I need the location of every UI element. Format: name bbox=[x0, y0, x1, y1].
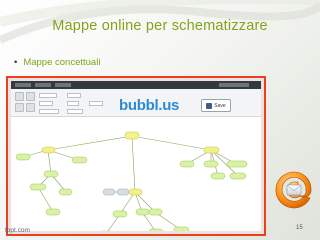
save-button-label: Save bbox=[214, 102, 226, 109]
node[interactable] bbox=[15, 153, 31, 161]
zoom-icon[interactable] bbox=[15, 103, 24, 112]
save-button[interactable]: Save bbox=[201, 99, 231, 112]
node[interactable] bbox=[43, 170, 59, 178]
share-field[interactable] bbox=[39, 109, 59, 114]
option-field-1[interactable] bbox=[67, 93, 81, 98]
node[interactable] bbox=[116, 188, 130, 196]
page-number: 15 bbox=[296, 225, 303, 231]
node[interactable] bbox=[41, 146, 56, 154]
bullet-dot-icon: • bbox=[14, 57, 18, 68]
node[interactable] bbox=[203, 160, 219, 168]
node-root[interactable] bbox=[124, 131, 140, 140]
zoom-field[interactable] bbox=[39, 101, 53, 106]
at-sign-icon bbox=[275, 171, 312, 209]
node[interactable] bbox=[29, 183, 47, 191]
color-icon[interactable] bbox=[26, 103, 35, 112]
map-name-field[interactable] bbox=[39, 93, 57, 98]
node[interactable] bbox=[179, 160, 195, 168]
floppy-icon bbox=[206, 102, 213, 109]
node[interactable] bbox=[229, 172, 247, 180]
mind-map-canvas[interactable] bbox=[11, 117, 261, 231]
node[interactable] bbox=[102, 188, 116, 196]
redo-icon[interactable] bbox=[26, 92, 35, 101]
node[interactable] bbox=[112, 210, 128, 218]
node[interactable] bbox=[226, 160, 248, 168]
app-toolbar: bubbl.us Save bbox=[11, 89, 261, 117]
node[interactable] bbox=[203, 146, 220, 154]
option-field-3[interactable] bbox=[67, 109, 83, 114]
node[interactable] bbox=[148, 208, 163, 216]
node[interactable] bbox=[45, 208, 61, 216]
undo-icon[interactable] bbox=[15, 92, 24, 101]
screenshot-frame: bubbl.us Save bbox=[6, 76, 266, 236]
bubbl-app-screenshot: bubbl.us Save bbox=[11, 81, 261, 231]
bullet-item: • Mappe concettuali bbox=[14, 57, 100, 68]
bullet-text: Mappe concettuali bbox=[23, 57, 101, 68]
option-field-2[interactable] bbox=[67, 101, 79, 106]
option-field-4[interactable] bbox=[89, 101, 103, 106]
node[interactable] bbox=[71, 156, 88, 164]
mind-map-diagram bbox=[15, 131, 248, 231]
node[interactable] bbox=[148, 228, 164, 231]
node[interactable] bbox=[135, 208, 150, 216]
slide-title: Mappe online per schematizzare bbox=[52, 18, 268, 34]
node[interactable] bbox=[128, 188, 143, 196]
top-menu-bar bbox=[11, 81, 261, 89]
node[interactable] bbox=[173, 226, 190, 231]
node[interactable] bbox=[210, 172, 226, 180]
bubbl-logo: bubbl.us bbox=[119, 97, 180, 114]
node[interactable] bbox=[58, 188, 73, 196]
footer-credit: fppt.com bbox=[5, 227, 30, 234]
